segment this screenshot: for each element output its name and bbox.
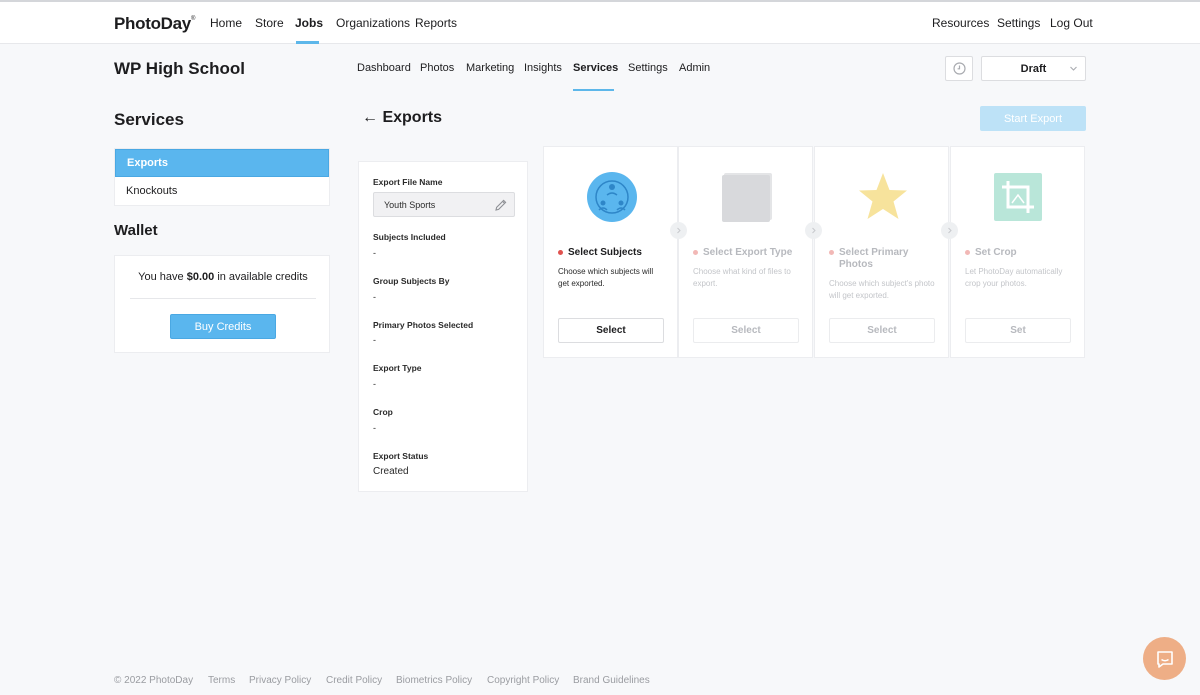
tab-dashboard[interactable]: Dashboard — [357, 62, 411, 74]
select-export-type-button[interactable]: Select — [693, 318, 799, 343]
nav-logout[interactable]: Log Out — [1050, 16, 1093, 30]
nav-reports[interactable]: Reports — [415, 16, 457, 30]
sidebar-item-knockouts[interactable]: Knockouts — [115, 177, 329, 205]
step-description: Choose which subjects will get exported. — [558, 267, 654, 288]
info-value: - — [373, 248, 376, 258]
step-select-primary-photos: Select Primary Photos Choose which subje… — [814, 146, 949, 358]
info-value: - — [373, 423, 376, 433]
clock-icon — [952, 62, 966, 75]
tab-insights[interactable]: Insights — [524, 62, 562, 74]
info-label: Export Type — [373, 363, 422, 373]
wallet-heading: Wallet — [114, 222, 158, 239]
tab-photos[interactable]: Photos — [420, 62, 454, 74]
export-status-value: Created — [373, 466, 409, 477]
info-value: - — [373, 335, 376, 345]
page-title: ← Exports — [362, 109, 443, 126]
sidebar-item-exports[interactable]: Exports — [115, 149, 329, 177]
star-icon — [859, 173, 907, 219]
footer-link-privacy[interactable]: Privacy Policy — [249, 675, 311, 686]
nav-home[interactable]: Home — [210, 16, 242, 30]
crop-icon — [994, 173, 1042, 221]
step-description: Choose which subject's photo will get ex… — [829, 279, 935, 300]
info-label: Subjects Included — [373, 232, 446, 242]
status-dot — [558, 250, 563, 255]
info-label: Crop — [373, 407, 393, 417]
copyright: © 2022 PhotoDay — [114, 675, 194, 686]
nav-settings[interactable]: Settings — [997, 16, 1040, 30]
chevron-right-icon — [941, 222, 958, 239]
tab-active-indicator — [573, 89, 614, 91]
services-list: Exports Knockouts — [114, 148, 330, 206]
chevron-down-icon — [1070, 66, 1077, 71]
step-description: Let PhotoDay automatically crop your pho… — [965, 267, 1063, 288]
chat-button[interactable] — [1143, 637, 1186, 680]
services-heading: Services — [114, 110, 184, 129]
select-primary-photos-button[interactable]: Select — [829, 318, 935, 343]
job-title: WP High School — [114, 59, 245, 78]
divider — [130, 298, 316, 299]
wallet-card: You have $0.00 in available credits Buy … — [114, 255, 330, 353]
nav-store[interactable]: Store — [255, 16, 284, 30]
step-title: Select Subjects — [558, 247, 673, 259]
step-select-subjects: Select Subjects Choose which subjects wi… — [543, 146, 678, 358]
job-status-value: Draft — [1020, 62, 1047, 75]
file-name-value: Youth Sports — [384, 199, 436, 210]
step-select-export-type: Select Export Type Choose what kind of f… — [678, 146, 813, 358]
step-description: Choose what kind of files to export. — [693, 267, 791, 288]
tab-services[interactable]: Services — [573, 62, 618, 74]
credits-text: You have $0.00 in available credits — [138, 271, 308, 283]
step-title: Select Export Type — [693, 247, 808, 259]
status-dot — [965, 250, 970, 255]
info-value: - — [373, 292, 376, 302]
buy-credits-button[interactable]: Buy Credits — [170, 314, 276, 339]
footer-link-biometrics[interactable]: Biometrics Policy — [396, 675, 472, 686]
step-title: Select Primary Photos — [829, 247, 944, 271]
step-set-crop: Set Crop Let PhotoDay automatically crop… — [950, 146, 1085, 358]
nav-jobs[interactable]: Jobs — [295, 16, 323, 30]
job-status-select[interactable]: Draft — [981, 56, 1086, 81]
footer-link-credit[interactable]: Credit Policy — [326, 675, 382, 686]
chevron-right-icon — [805, 222, 822, 239]
chat-icon — [1156, 650, 1173, 668]
folder-icon — [722, 173, 772, 222]
info-label: Primary Photos Selected — [373, 320, 474, 330]
info-value: - — [373, 379, 376, 389]
footer-link-copyright[interactable]: Copyright Policy — [487, 675, 559, 686]
tab-settings[interactable]: Settings — [628, 62, 668, 74]
file-name-field[interactable]: Youth Sports — [373, 192, 515, 217]
tab-admin[interactable]: Admin — [679, 62, 710, 74]
select-subjects-button[interactable]: Select — [558, 318, 664, 343]
credit-amount: $0.00 — [186, 271, 215, 283]
footer-link-terms[interactable]: Terms — [208, 675, 235, 686]
nav-organizations[interactable]: Organizations — [336, 16, 410, 30]
top-nav: PhotoDay® Home Store Jobs Organizations … — [0, 2, 1200, 44]
back-arrow-icon[interactable]: ← — [362, 109, 378, 126]
footer-link-brand[interactable]: Brand Guidelines — [573, 675, 650, 686]
status-dot — [829, 250, 834, 255]
info-label: Export Status — [373, 451, 429, 461]
subjects-icon — [587, 172, 637, 222]
start-export-button[interactable]: Start Export — [980, 106, 1086, 131]
status-dot — [693, 250, 698, 255]
info-label: Group Subjects By — [373, 276, 450, 286]
chevron-right-icon — [670, 222, 687, 239]
export-info-card: Export File Name Youth Sports Subjects I… — [358, 161, 528, 492]
set-crop-button[interactable]: Set — [965, 318, 1071, 343]
step-title: Set Crop — [965, 247, 1080, 259]
tab-marketing[interactable]: Marketing — [466, 62, 514, 74]
nav-resources[interactable]: Resources — [932, 16, 989, 30]
file-name-label: Export File Name — [373, 177, 443, 187]
export-steps: Select Subjects Choose which subjects wi… — [543, 146, 1086, 358]
photoday-logo[interactable]: PhotoDay® — [114, 14, 195, 34]
nav-active-indicator — [296, 41, 319, 44]
history-button[interactable] — [945, 56, 973, 81]
pencil-icon[interactable] — [494, 198, 508, 212]
